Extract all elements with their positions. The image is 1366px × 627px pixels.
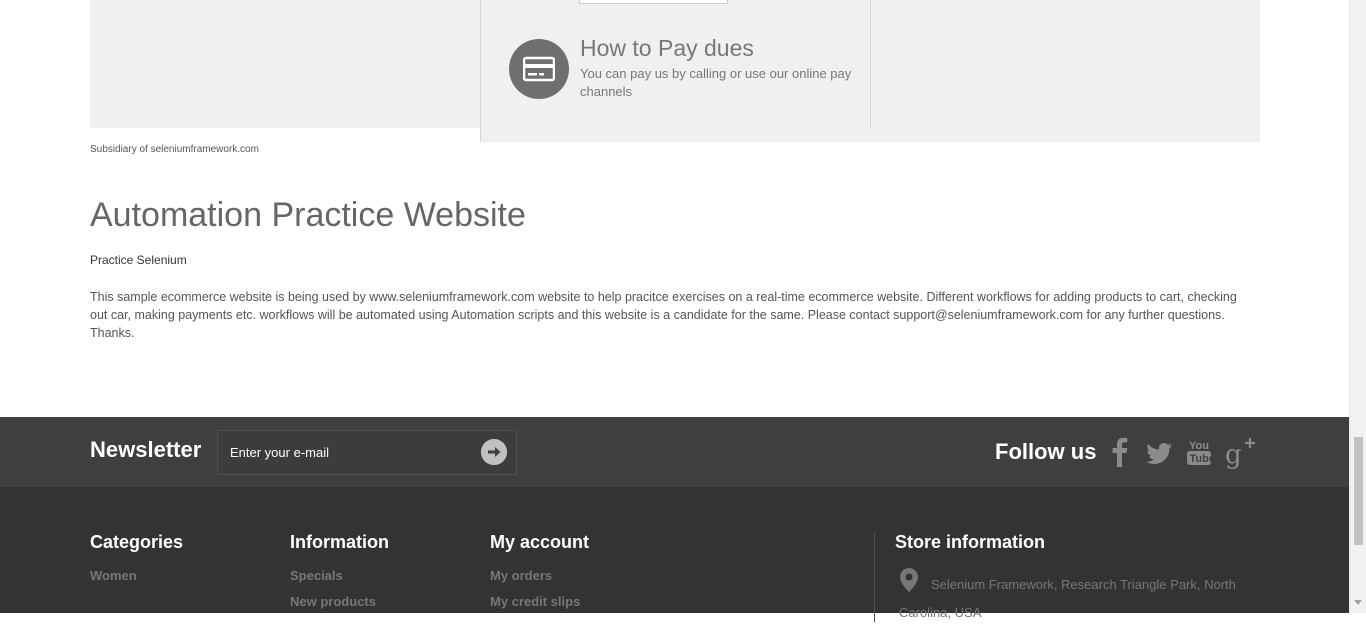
footer: Categories Women Information Specials Ne… — [0, 487, 1349, 622]
twitter-icon[interactable] — [1145, 435, 1177, 469]
store-address: Selenium Framework, Research Triangle Pa… — [899, 577, 1236, 620]
youtube-icon[interactable]: You Tube — [1185, 435, 1217, 469]
left-info-panel — [90, 0, 480, 128]
page-description: This sample ecommerce website is being u… — [90, 290, 1237, 340]
newsletter-email-input[interactable] — [218, 431, 478, 474]
footer-link-women[interactable]: Women — [90, 568, 137, 583]
panel-divider — [870, 0, 871, 128]
newsletter-form — [217, 430, 517, 475]
store-information-title: Store information — [895, 532, 1046, 552]
footer-divider — [874, 532, 875, 622]
svg-text:Tube: Tube — [1190, 453, 1214, 465]
top-input-fragment[interactable] — [579, 0, 728, 4]
page-title: Automation Practice Website — [90, 196, 526, 234]
newsletter-band: Newsletter Follow us You Tube g — [0, 417, 1349, 487]
scrollbar-thumb[interactable] — [1354, 437, 1363, 545]
page-subtitle: Practice Selenium — [90, 253, 187, 267]
credit-card-icon — [509, 39, 569, 99]
footer-link-credit-slips[interactable]: My credit slips — [490, 594, 580, 609]
page-scrollbar[interactable] — [1349, 0, 1366, 613]
svg-text:You: You — [1189, 440, 1209, 452]
newsletter-title: Newsletter — [90, 437, 202, 462]
footer-categories-title: Categories — [90, 532, 184, 552]
newsletter-submit-button[interactable] — [481, 439, 507, 465]
scroll-down-arrow-icon[interactable] — [1354, 600, 1362, 605]
footer-link-new-products[interactable]: New products — [290, 594, 376, 609]
chevron-right-circle-icon — [481, 439, 507, 465]
footer-link-my-orders[interactable]: My orders — [490, 568, 552, 583]
google-plus-icon[interactable]: g — [1224, 435, 1256, 470]
svg-text:g: g — [1225, 440, 1242, 469]
follow-us-title: Follow us — [995, 439, 1097, 464]
facebook-icon[interactable] — [1108, 435, 1140, 469]
pay-dues-text: You can pay us by calling or use our onl… — [580, 66, 852, 99]
footer-account-title: My account — [490, 532, 590, 552]
footer-information-title: Information — [290, 532, 389, 552]
pay-dues-title: How to Pay dues — [580, 35, 754, 61]
subsidiary-text: Subsidiary of seleniumframework.com — [90, 144, 259, 155]
footer-link-specials[interactable]: Specials — [290, 568, 343, 583]
